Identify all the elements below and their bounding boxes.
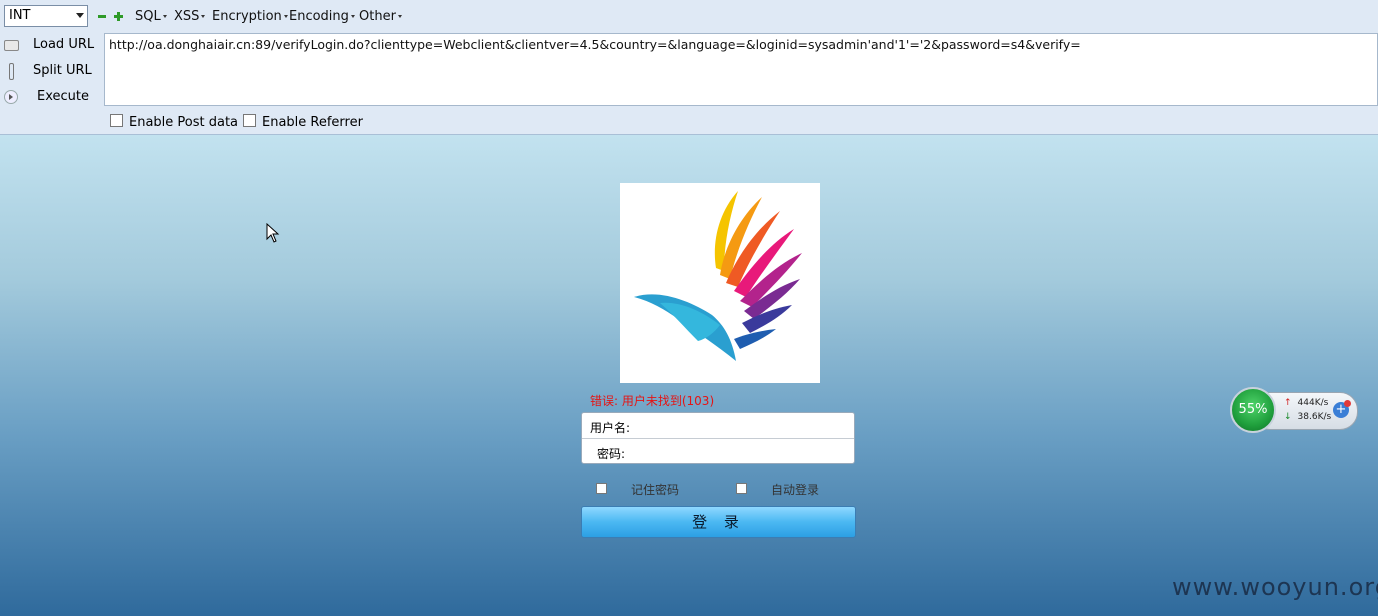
checkbox-icon [596,483,607,494]
menu-encryption[interactable]: Encryption [212,9,288,24]
menu-encoding[interactable]: Encoding [289,9,355,24]
arrow-up-icon: ↑ [1284,398,1292,408]
menu-sql[interactable]: SQL [135,9,167,24]
hackbar-menu-row: INT SQL XSS Encryption Encoding Other [0,0,1378,32]
load-url-button[interactable]: Load URL [0,34,100,56]
upload-speed: ↑ 444K/s [1284,398,1329,408]
hackbar-toolbar: INT SQL XSS Encryption Encoding Other Lo… [0,0,1378,135]
caret-down-icon [397,15,402,18]
password-field[interactable]: 密码: [582,439,854,464]
chevron-down-icon [76,13,84,18]
split-url-icon [4,63,19,80]
split-url-button[interactable]: Split URL [0,60,100,82]
arrow-down-icon: ↓ [1284,412,1292,422]
menu-other[interactable]: Other [359,9,402,24]
watermark: www.wooyun.org [1172,573,1378,601]
bird-wing-logo-icon [634,191,802,361]
caret-down-icon [283,15,288,18]
mouse-cursor-icon [266,223,280,243]
company-logo [620,183,820,383]
checkbox-icon [243,114,256,127]
execute-button[interactable]: Execute [0,86,100,108]
download-speed: ↓ 38.6K/s [1284,412,1332,422]
username-field[interactable]: 用户名: [582,413,854,438]
login-form: 用户名: 密码: [581,412,855,464]
username-label: 用户名: [590,421,631,435]
checkbox-icon [110,114,123,127]
type-select-value: INT [9,8,31,23]
notification-dot-icon [1344,400,1351,407]
login-button[interactable]: 登 录 [581,506,856,538]
type-select[interactable]: INT [4,5,88,27]
enable-referrer-checkbox[interactable]: Enable Referrer [243,114,363,130]
login-error-message: 错误: 用户未找到(103) [590,394,715,408]
login-page: 错误: 用户未找到(103) 用户名: 密码: 记住密码 自动登录 登 录 ww… [0,135,1378,616]
memory-usage-indicator: 55% [1230,387,1276,433]
caret-down-icon [201,15,206,18]
url-textarea[interactable]: http://oa.donghaiair.cn:89/verifyLogin.d… [104,33,1378,106]
network-speed-widget[interactable]: 55% ↑ 444K/s ↓ 38.6K/s + [1230,387,1358,433]
password-label: 密码: [597,447,626,461]
enable-post-checkbox[interactable]: Enable Post data [110,114,238,130]
minus-icon[interactable] [98,15,106,18]
load-url-icon [4,40,19,51]
checkbox-icon [736,483,747,494]
menu-xss[interactable]: XSS [174,9,206,24]
caret-down-icon [350,15,355,18]
play-icon [4,90,18,104]
caret-down-icon [162,15,167,18]
plus-icon[interactable] [114,12,123,21]
